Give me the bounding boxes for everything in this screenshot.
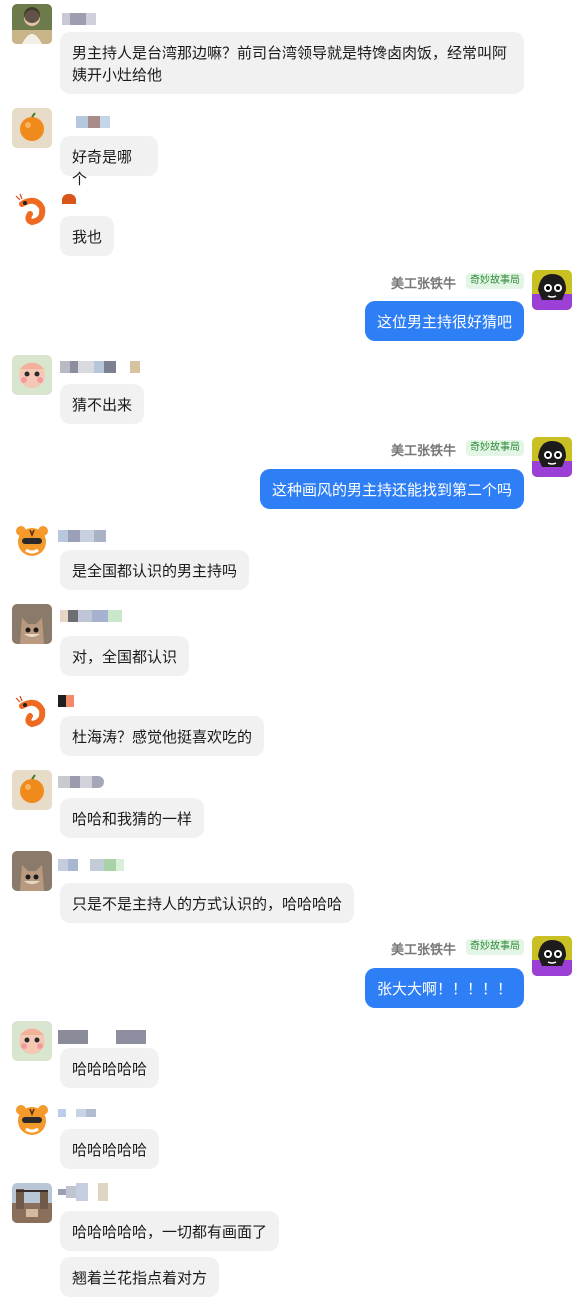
message-bubble: 只是不是主持人的方式认识的，哈哈哈哈 — [60, 883, 354, 923]
message-text: 翘着兰花指点着对方 — [72, 1269, 208, 1287]
message-text: 哈哈和我猜的一样 — [72, 810, 193, 828]
street-photo-avatar[interactable] — [12, 1183, 52, 1223]
tiger-avatar[interactable] — [12, 1101, 52, 1141]
message-text: 这种画风的男主持还能找到第二个吗 — [272, 481, 513, 499]
message-bubble: 张大大啊！！！！！ — [365, 968, 524, 1008]
orange-fruit-avatar[interactable] — [12, 770, 52, 810]
message-text: 张大大啊！！！！！ — [377, 980, 513, 998]
message-bubble: 好奇是哪个 — [60, 136, 158, 188]
shrimp-avatar[interactable] — [12, 190, 52, 230]
sender-nickname-blurred — [76, 115, 110, 129]
sender-nickname-blurred — [58, 1106, 96, 1120]
sender-nickname-blurred — [62, 12, 96, 26]
cartoon-character-avatar[interactable] — [532, 936, 572, 976]
message-text: 这位男主持很好猜吧 — [377, 313, 513, 331]
sender-nickname-blurred — [60, 360, 140, 374]
message-bubble: 对，全国都认识 — [60, 636, 189, 676]
sender-name: 美工张铁牛 — [391, 277, 457, 292]
sender-nickname-blurred — [58, 1030, 146, 1044]
sender-nickname-blurred — [58, 1183, 108, 1201]
sender-nickname-blurred — [58, 775, 104, 789]
woman-photo-avatar[interactable] — [12, 4, 52, 44]
cat-photo-avatar[interactable] — [12, 604, 52, 644]
cartoon-character-avatar[interactable] — [532, 270, 572, 310]
message-text: 只是不是主持人的方式认识的，哈哈哈哈 — [72, 895, 343, 913]
message-text: 男主持人是台湾那边嘛？前司台湾领导就是特馋卤肉饭，经常叫阿姨开小灶给他 — [72, 44, 508, 84]
message-text: 好奇是哪个 — [72, 148, 133, 188]
message-bubble: 杜海涛？感觉他挺喜欢吃的 — [60, 716, 264, 756]
group-tag-badge: 奇妙故事局 — [466, 440, 524, 456]
message-text: 我也 — [72, 228, 103, 246]
message-text: 对，全国都认识 — [72, 648, 178, 666]
message-bubble: 哈哈和我猜的一样 — [60, 798, 204, 838]
sender-nickname-blurred — [62, 192, 76, 206]
cat-photo-avatar[interactable] — [12, 851, 52, 891]
sender-nickname-blurred — [58, 694, 74, 708]
message-text: 哈哈哈哈哈，一切都有画面了 — [72, 1223, 268, 1241]
sender-nickname-blurred — [60, 609, 122, 623]
message-text: 猜不出来 — [72, 396, 133, 414]
message-bubble: 哈哈哈哈哈 — [60, 1048, 159, 1088]
message-text: 哈哈哈哈哈 — [72, 1060, 148, 1078]
orange-fruit-avatar[interactable] — [12, 108, 52, 148]
message-bubble: 哈哈哈哈哈，一切都有画面了 — [60, 1211, 279, 1251]
message-bubble: 男主持人是台湾那边嘛？前司台湾领导就是特馋卤肉饭，经常叫阿姨开小灶给他 — [60, 32, 524, 94]
message-text: 是全国都认识的男主持吗 — [72, 562, 238, 580]
message-text: 哈哈哈哈哈 — [72, 1141, 148, 1159]
sender-nickname-blurred — [58, 529, 106, 543]
message-bubble: 翘着兰花指点着对方 — [60, 1257, 219, 1297]
cartoon-baby-avatar[interactable] — [12, 355, 52, 395]
sender-name: 美工张铁牛 — [391, 444, 457, 459]
message-bubble: 猜不出来 — [60, 384, 144, 424]
cartoon-character-avatar[interactable] — [532, 437, 572, 477]
sender-name: 美工张铁牛 — [391, 943, 457, 958]
group-tag-badge: 奇妙故事局 — [466, 939, 524, 955]
message-bubble: 这位男主持很好猜吧 — [365, 301, 524, 341]
sender-nickname-blurred — [58, 858, 124, 872]
message-text: 杜海涛？感觉他挺喜欢吃的 — [72, 728, 253, 746]
message-bubble: 我也 — [60, 216, 114, 256]
message-bubble: 是全国都认识的男主持吗 — [60, 550, 249, 590]
tiger-avatar[interactable] — [12, 522, 52, 562]
group-tag-badge: 奇妙故事局 — [466, 273, 524, 289]
shrimp-avatar[interactable] — [12, 692, 52, 732]
message-bubble: 这种画风的男主持还能找到第二个吗 — [260, 469, 524, 509]
cartoon-baby-avatar[interactable] — [12, 1021, 52, 1061]
message-bubble: 哈哈哈哈哈 — [60, 1129, 159, 1169]
